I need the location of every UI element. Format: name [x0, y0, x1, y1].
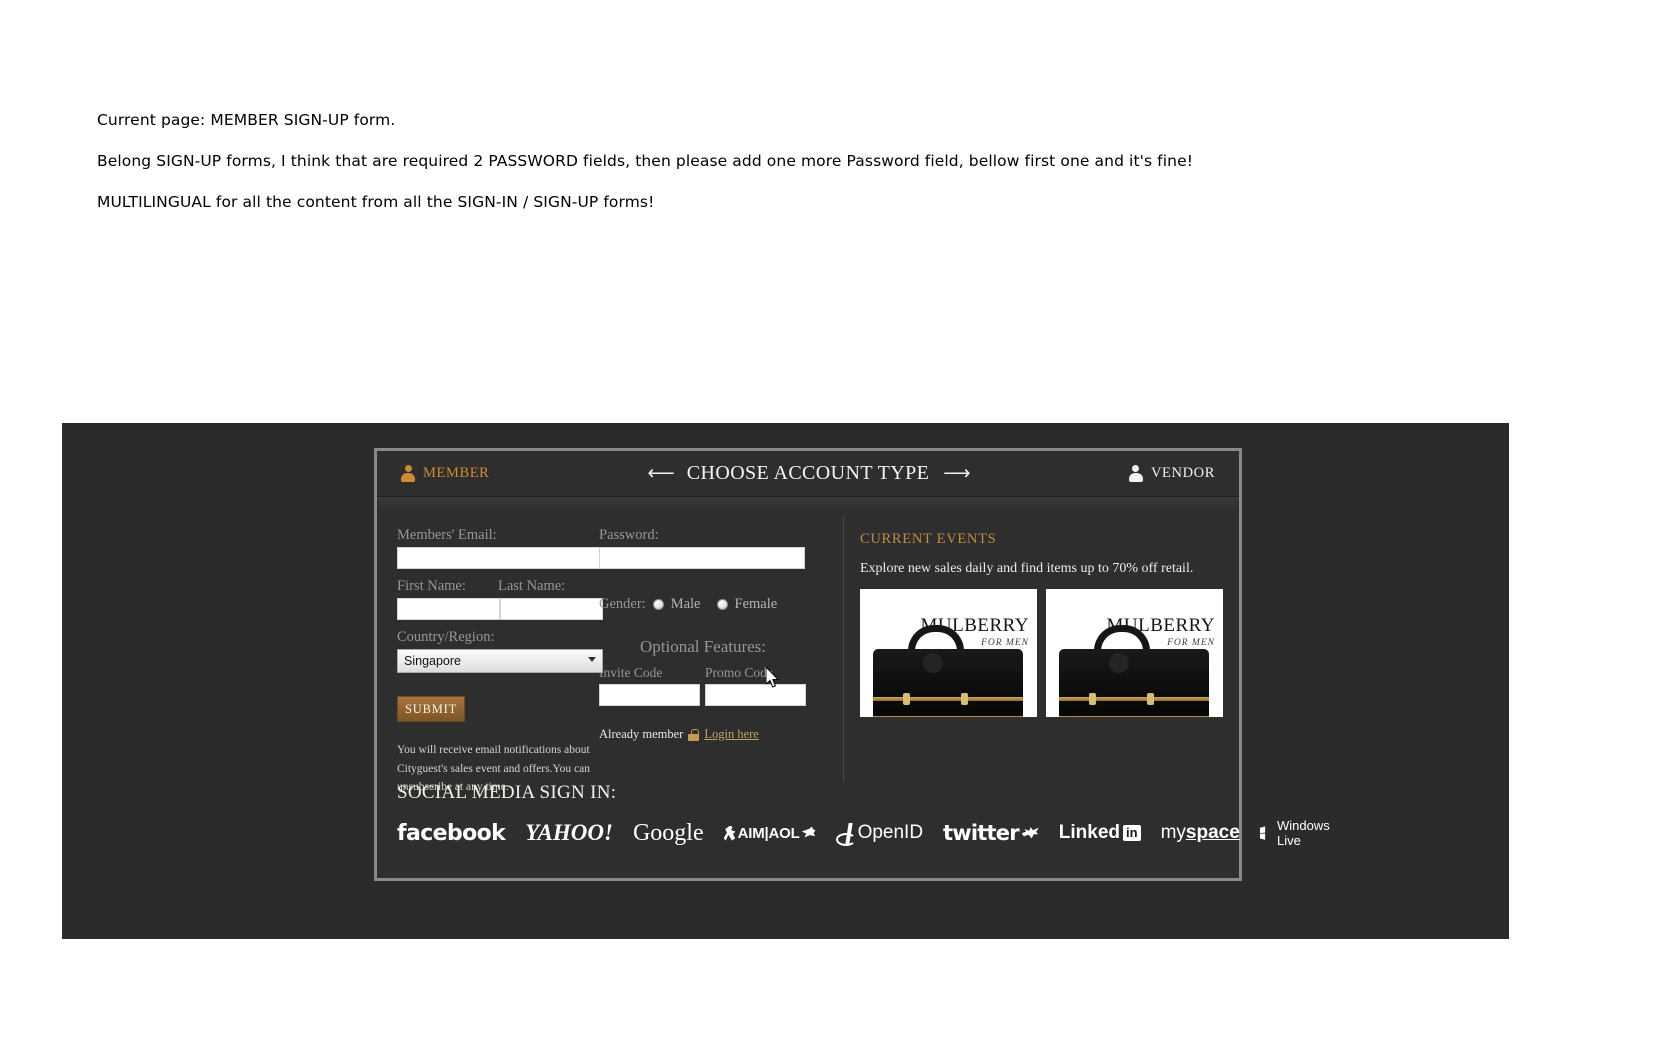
- linkedin-label: Linked: [1058, 822, 1120, 843]
- country-label: Country/Region:: [397, 629, 495, 645]
- openid-label: OpenID: [857, 822, 924, 843]
- gender-male-label: Male: [670, 596, 701, 612]
- twitter-label: twitter: [943, 821, 1020, 845]
- header-strip: [377, 497, 1239, 511]
- bag-zipper-top: [873, 697, 1023, 701]
- bag-emblem-shape: [1109, 653, 1129, 673]
- myspace-space-label: space: [1185, 822, 1240, 843]
- promo-code-group: Promo Code: [705, 665, 807, 706]
- annotation-notes: Current page: MEMBER SIGN-UP form. Belon…: [97, 100, 1397, 223]
- aim-aol-label: AIM|AOL: [737, 824, 800, 842]
- page-title: CHOOSE ACCOUNT TYPE: [686, 462, 930, 484]
- form-column-middle: Password: Gender: Male Female Optional F…: [599, 517, 821, 782]
- note-line-1: Current page: MEMBER SIGN-UP form.: [97, 111, 396, 129]
- promo-code-input[interactable]: [705, 684, 806, 706]
- event-thumbnail[interactable]: MULBERRY FOR MEN: [1046, 589, 1223, 717]
- aol-bird-icon: [801, 826, 816, 838]
- social-media-row: facebook YAHOO! Google AIM|AOL OpenID tw…: [397, 816, 1330, 850]
- bag-pull-left: [1089, 693, 1096, 705]
- linkedin-logo[interactable]: Linked in: [1059, 822, 1141, 844]
- promo-code-label: Promo Code: [705, 665, 773, 680]
- vendor-label: VENDOR: [1150, 465, 1215, 481]
- first-name-label: First Name:: [397, 578, 466, 594]
- optional-features-title: Optional Features:: [639, 637, 767, 656]
- email-input[interactable]: [397, 547, 603, 569]
- google-logo[interactable]: Google: [633, 820, 704, 847]
- lock-icon: [688, 728, 700, 741]
- bag-body-shape: [1059, 649, 1209, 717]
- linkedin-in-badge: in: [1123, 825, 1141, 841]
- twitter-bird-icon: [1021, 827, 1039, 839]
- signup-panel: MEMBER ⟵ CHOOSE ACCOUNT TYPE ⟶ VENDOR Me…: [374, 448, 1330, 881]
- person-icon: [1128, 465, 1143, 482]
- facebook-logo[interactable]: facebook: [397, 821, 506, 846]
- arrow-left-icon[interactable]: ⟵: [648, 462, 675, 485]
- country-select[interactable]: Singapore: [397, 649, 603, 673]
- social-media-section: SOCIAL MEDIA SIGN IN: facebook YAHOO! Go…: [377, 782, 1330, 850]
- name-inputs-row: [397, 598, 603, 620]
- bag-zipper-bottom: [1059, 716, 1209, 717]
- current-events-panel: CURRENT EVENTS Explore new sales daily a…: [843, 517, 1239, 782]
- already-member-row: Already member Login here: [599, 727, 821, 742]
- gender-row: Gender: Male Female: [599, 596, 821, 613]
- country-select-wrap: Singapore: [397, 649, 603, 673]
- myspace-logo[interactable]: my space: [1161, 822, 1240, 844]
- already-member-text: Already member: [599, 727, 684, 741]
- current-events-subtitle: Explore new sales daily and find items u…: [860, 561, 1194, 576]
- account-type-header: MEMBER ⟵ CHOOSE ACCOUNT TYPE ⟶ VENDOR: [377, 451, 1239, 497]
- yahoo-logo[interactable]: YAHOO!: [525, 820, 613, 846]
- invite-code-label: Invite Code: [599, 665, 663, 680]
- header-title-group: ⟵ CHOOSE ACCOUNT TYPE ⟶: [377, 462, 1239, 485]
- windows-live-label: Windows Live: [1276, 818, 1330, 848]
- first-name-input[interactable]: [397, 598, 500, 620]
- aim-aol-logo[interactable]: AIM|AOL: [723, 824, 816, 842]
- bag-pull-right: [961, 693, 968, 705]
- panel-body: Members' Email: First Name: Last Name: C…: [377, 511, 1239, 793]
- submit-button[interactable]: SUBMIT: [397, 696, 465, 722]
- bag-emblem-shape: [923, 653, 943, 673]
- screen: Current page: MEMBER SIGN-UP form. Belon…: [0, 0, 1680, 1050]
- aim-runner-icon: [723, 825, 736, 841]
- last-name-label: Last Name:: [498, 578, 566, 594]
- openid-logo[interactable]: OpenID: [835, 822, 924, 846]
- last-name-input[interactable]: [500, 598, 603, 620]
- note-line-2: Belong SIGN-UP forms, I think that are r…: [97, 152, 1194, 170]
- social-media-title: SOCIAL MEDIA SIGN IN:: [397, 782, 617, 803]
- gender-label: Gender:: [599, 596, 646, 612]
- gender-female-label: Female: [734, 596, 778, 612]
- windows-live-logo[interactable]: Windows Live: [1259, 818, 1335, 848]
- bag-zipper-bottom: [873, 716, 1023, 717]
- event-thumbnails: MULBERRY FOR MEN MULBERRY FOR MEN: [860, 589, 1239, 717]
- windows-flag-icon: [1259, 826, 1266, 840]
- current-events-title: CURRENT EVENTS: [860, 531, 997, 547]
- password-label: Password:: [599, 527, 659, 543]
- invite-code-input[interactable]: [599, 684, 700, 706]
- arrow-right-icon[interactable]: ⟶: [943, 462, 970, 485]
- login-here-link[interactable]: Login here: [704, 727, 759, 742]
- form-column-left: Members' Email: First Name: Last Name: C…: [377, 517, 603, 793]
- optional-labels-row: Invite Code Promo Code: [599, 665, 821, 706]
- bag-body-shape: [873, 649, 1023, 717]
- twitter-logo[interactable]: twitter: [943, 821, 1039, 845]
- name-labels-row: First Name: Last Name:: [397, 578, 599, 598]
- email-label: Members' Email:: [397, 527, 497, 543]
- myspace-my-label: my: [1160, 822, 1186, 843]
- bag-pull-right: [1147, 693, 1154, 705]
- note-line-3: MULTILINGUAL for all the content from al…: [97, 193, 655, 211]
- bag-zipper-top: [1059, 697, 1209, 701]
- gender-male-radio[interactable]: [652, 599, 664, 610]
- event-thumbnail[interactable]: MULBERRY FOR MEN: [860, 589, 1037, 717]
- password-input[interactable]: [599, 547, 805, 569]
- invite-code-group: Invite Code: [599, 665, 701, 706]
- bag-pull-left: [903, 693, 910, 705]
- account-type-vendor[interactable]: VENDOR: [1113, 465, 1231, 482]
- gender-female-radio[interactable]: [716, 599, 728, 610]
- openid-mark-icon: [835, 823, 856, 846]
